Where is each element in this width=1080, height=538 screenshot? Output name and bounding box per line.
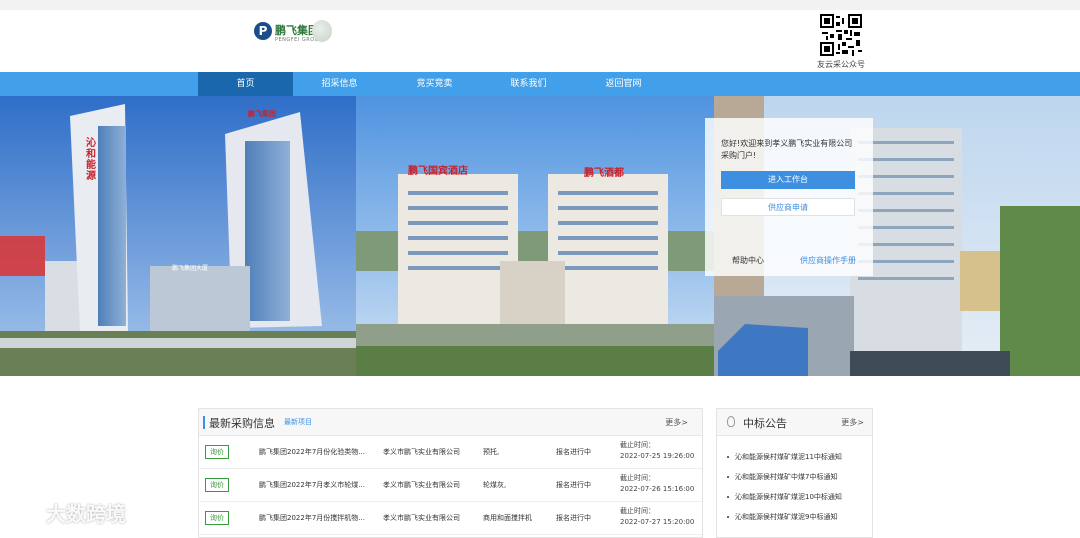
banner-image: 沁和能源 鹏飞集团大厦 鹏飞集团 鹏飞国宾酒店 鹏飞酒都 [0, 96, 1080, 376]
bullet-icon [727, 456, 729, 458]
qr-code-icon [820, 14, 862, 56]
sign-left-tower2: 鹏飞集团大厦 [172, 265, 209, 272]
sign-left-tower: 沁和能源 [86, 138, 96, 182]
bullet-icon [727, 496, 729, 498]
help-center-link[interactable]: 帮助中心 [732, 255, 764, 266]
project-name[interactable]: 鹏飞集团2022年7月孝义市轮煤... [259, 480, 365, 490]
bullet-icon [727, 516, 729, 518]
deadline-value: 2022-07-26 15:16:00 [620, 485, 695, 493]
supplier-manual-link[interactable]: 供应商操作手册 [800, 255, 856, 266]
award-panel: 中标公告 更多> 沁和能源侯村煤矿煤泥11中标通知 沁和能源侯村煤矿中煤7中标通… [716, 408, 873, 538]
sign-center-right: 鹏飞酒都 [584, 168, 624, 179]
main-nav: 首页 招采信息 竞买竞卖 联系我们 返回官网 [0, 72, 1080, 96]
procurement-subtitle-tab[interactable]: 最新项目 [284, 417, 312, 427]
item-name: 预托, [483, 448, 500, 456]
item-name: 轮煤灰, [483, 481, 507, 489]
nav-contact[interactable]: 联系我们 [481, 72, 576, 96]
bullet-icon [727, 476, 729, 478]
procurement-title: 最新采购信息 [209, 417, 275, 430]
status-text: 报名进行中 [556, 514, 591, 522]
inquiry-badge: 询价 [205, 511, 229, 525]
award-item[interactable]: 沁和能源侯村煤矿煤泥9中标通知 [727, 512, 837, 522]
procurement-more-link[interactable]: 更多> [665, 417, 688, 428]
nav-official-site[interactable]: 返回官网 [576, 72, 671, 96]
globe-icon [312, 20, 332, 42]
award-item-label: 沁和能源侯村煤矿煤泥9中标通知 [735, 513, 838, 521]
welcome-text: 您好!欢迎来到孝义鹏飞实业有限公司采购门户! [721, 139, 853, 160]
deadline-value: 2022-07-27 15:20:00 [620, 518, 695, 526]
status-text: 报名进行中 [556, 448, 591, 456]
watermark-logo-icon [8, 505, 42, 526]
deadline: 截止时间： 2022-07-27 15:20:00 [620, 506, 694, 528]
sign-left-tower3: 鹏飞集团 [248, 110, 276, 118]
status-text: 报名进行中 [556, 481, 591, 489]
logo-mark-icon: P [254, 22, 272, 40]
award-item-label: 沁和能源侯村煤矿煤泥10中标通知 [735, 493, 842, 501]
company-name: 孝义市鹏飞实业有限公司 [383, 481, 460, 489]
deadline-label: 截止时间： [620, 441, 655, 449]
award-more-link[interactable]: 更多> [841, 417, 864, 428]
award-title: 中标公告 [743, 417, 787, 430]
inquiry-badge: 询价 [205, 478, 229, 492]
watermark-text: 大数跨境 [46, 502, 126, 526]
sign-center-left: 鹏飞国宾酒店 [408, 166, 468, 177]
award-item[interactable]: 沁和能源侯村煤矿中煤7中标通知 [727, 472, 837, 482]
deadline: 截止时间： 2022-07-26 15:16:00 [620, 473, 694, 495]
company-name: 孝义市鹏飞实业有限公司 [383, 514, 460, 522]
project-name[interactable]: 鹏飞集团2022年7月份化验类物... [259, 447, 365, 457]
award-item[interactable]: 沁和能源侯村煤矿煤泥11中标通知 [727, 452, 842, 462]
login-box: 您好!欢迎来到孝义鹏飞实业有限公司采购门户! 进入工作台 供应商申请 帮助中心 … [705, 118, 873, 276]
table-row[interactable]: 询价 鹏飞集团2022年7月份化验类物... 孝义市鹏飞实业有限公司 预托, 报… [199, 436, 702, 469]
award-item-label: 沁和能源侯村煤矿煤泥11中标通知 [735, 453, 842, 461]
inquiry-badge: 询价 [205, 445, 229, 459]
award-header: 中标公告 更多> [717, 409, 872, 436]
deadline-value: 2022-07-25 19:26:00 [620, 452, 695, 460]
qr-caption: 友云采公众号 [817, 60, 865, 69]
procurement-header: 最新采购信息 最新项目 更多> [199, 409, 702, 436]
supplier-apply-button[interactable]: 供应商申请 [721, 198, 855, 216]
nav-tender-info[interactable]: 招采信息 [292, 72, 387, 96]
watermark: 大数跨境 [8, 498, 126, 527]
deadline-label: 截止时间： [620, 474, 655, 482]
company-logo[interactable]: P 鹏飞集团 PENGFEI GROUP [254, 20, 334, 50]
deadline-label: 截止时间： [620, 507, 655, 515]
item-name: 商用和面搅拌机 [483, 514, 532, 522]
deadline: 截止时间： 2022-07-25 19:26:00 [620, 440, 694, 462]
site-header [0, 10, 1080, 72]
company-name: 孝义市鹏飞实业有限公司 [383, 448, 460, 456]
title-bar-icon [203, 416, 205, 429]
award-icon [727, 416, 735, 427]
nav-auction[interactable]: 竞买竞卖 [387, 72, 482, 96]
nav-home[interactable]: 首页 [198, 72, 293, 96]
procurement-panel: 最新采购信息 最新项目 更多> 询价 鹏飞集团2022年7月份化验类物... 孝… [198, 408, 703, 538]
award-item[interactable]: 沁和能源侯村煤矿煤泥10中标通知 [727, 492, 842, 502]
award-item-label: 沁和能源侯村煤矿中煤7中标通知 [735, 473, 838, 481]
table-row[interactable]: 询价 鹏飞集团2022年7月份搅拌机物... 孝义市鹏飞实业有限公司 商用和面搅… [199, 502, 702, 535]
table-row[interactable]: 询价 鹏飞集团2022年7月孝义市轮煤... 孝义市鹏飞实业有限公司 轮煤灰, … [199, 469, 702, 502]
enter-workbench-button[interactable]: 进入工作台 [721, 171, 855, 189]
project-name[interactable]: 鹏飞集团2022年7月份搅拌机物... [259, 513, 365, 523]
